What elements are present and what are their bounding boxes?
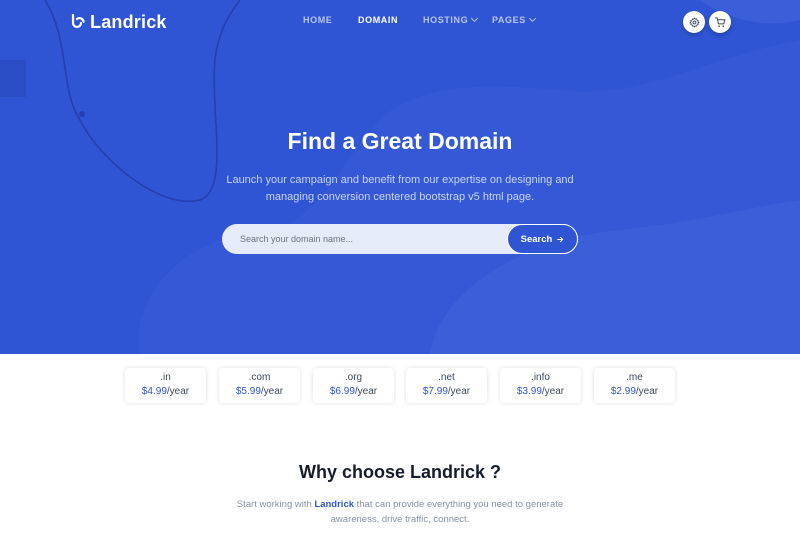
tld-card-org[interactable]: .org $6.99/year [313,368,394,403]
nav-item-domain[interactable]: DOMAIN [358,15,398,25]
tld-price-amount: $7.99 [422,386,448,397]
tld-price-unit: /year [354,386,378,397]
main-nav: HOME DOMAIN HOSTING PAGES [0,14,800,29]
search-button-label: Search [520,233,553,245]
tld-price-amount: $5.99 [235,386,261,397]
tld-price-unit: /year [260,386,284,397]
tld-price-amount: $6.99 [329,386,355,397]
tld-name: .org [344,372,363,383]
nav-label: HOME [303,15,333,25]
tld-price-unit: /year [541,386,565,397]
tld-card-net[interactable]: .net $7.99/year [406,368,487,403]
search-button[interactable]: Search [507,224,578,254]
tld-price: $7.99/year [406,386,487,397]
tld-price-unit: /year [447,386,471,397]
nav-label: PAGES [492,15,526,25]
tld-card-in[interactable]: .in $4.99/year [125,368,206,403]
hero-subtitle: Launch your campaign and benefit from ou… [226,174,574,203]
arrow-right-icon [557,236,564,242]
cart-icon [714,16,725,27]
tld-price-amount: $2.99 [610,386,636,397]
cart-button[interactable] [709,11,731,33]
hero-title: Find a Great Domain [287,128,513,154]
tld-price: $5.99/year [219,386,300,397]
tld-name: .me [626,372,643,383]
tld-card-me[interactable]: .me $2.99/year [594,368,675,403]
subtitle-text-start: Start working with [236,499,315,510]
brand-highlight: Landrick [314,499,355,510]
nav-item-pages[interactable]: PAGES [492,14,536,25]
settings-button[interactable] [683,11,705,33]
tld-price-amount: $4.99 [141,386,167,397]
tld-name: .info [531,372,550,383]
domain-search-form: Search [222,224,578,254]
tld-name: .net [438,372,455,383]
tld-price-amount: $3.99 [516,386,542,397]
tld-name: .com [248,372,271,383]
tld-name: .in [160,372,171,383]
hero-section: Landrick HOME DOMAIN HOSTING PAGES Find … [0,0,800,354]
nav-item-home[interactable]: HOME [303,15,332,25]
chevron-down-icon [471,14,479,23]
chevron-down-icon [528,14,536,23]
tld-price: $6.99/year [313,386,394,397]
subtitle-text-end: that can provide everything you need to … [330,499,564,525]
section-subtitle: Start working with Landrick that can pro… [225,497,575,527]
tld-price: $3.99/year [500,386,581,397]
tld-price-unit: /year [635,386,659,397]
nav-item-hosting[interactable]: HOSTING [423,14,479,25]
nav-label: DOMAIN [358,15,399,25]
tld-price-unit: /year [166,386,190,397]
tld-price: $2.99/year [594,386,675,397]
tld-card-com[interactable]: .com $5.99/year [219,368,300,403]
domain-search-input[interactable] [222,224,507,254]
nav-label: HOSTING [423,15,469,25]
tld-price: $4.99/year [125,386,206,397]
gear-icon [689,17,699,27]
tld-card-info[interactable]: .info $3.99/year [500,368,581,403]
section-title: Why choose Landrick ? [298,462,502,482]
